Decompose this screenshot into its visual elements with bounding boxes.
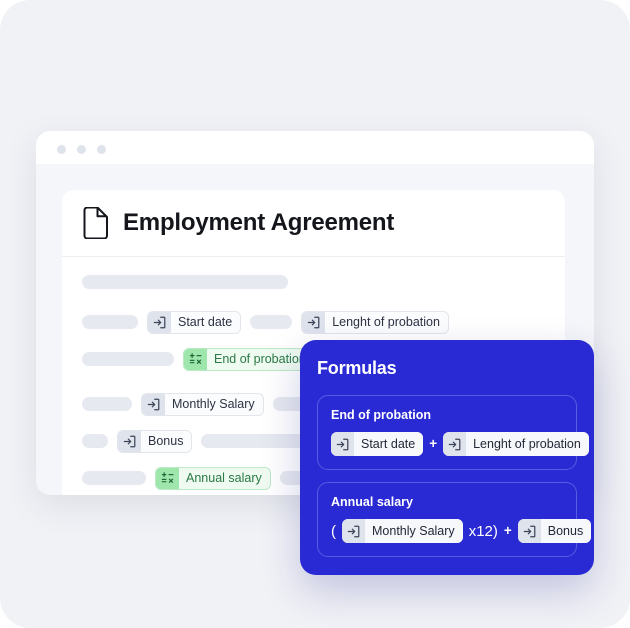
skeleton-bar <box>82 315 138 329</box>
variable-icon <box>342 519 365 543</box>
window-minimize-dot[interactable] <box>77 145 86 154</box>
chip-label: End of probation <box>207 348 314 370</box>
variable-icon <box>517 519 541 543</box>
variable-chip-start-date[interactable]: Start date <box>331 432 424 456</box>
variable-chip-monthly-salary[interactable]: Monthly Salary <box>342 519 463 543</box>
document-header: Employment Agreement <box>62 190 565 257</box>
formula-name: End of probation <box>331 408 431 422</box>
formulas-panel-heading: Formulas <box>317 358 397 378</box>
window-maximize-dot[interactable] <box>97 145 106 154</box>
chip-label: Bonus <box>540 519 592 543</box>
window-close-dot[interactable] <box>57 145 66 154</box>
formula-card-end-of-probation[interactable]: End of probation Start date + Lenght of … <box>317 395 589 470</box>
document-row: Start date Lenght of probation <box>62 309 565 335</box>
variable-chip-bonus[interactable]: Bonus <box>517 519 592 543</box>
skeleton-bar <box>250 315 293 329</box>
skeleton-bar <box>82 471 146 485</box>
variable-chip-lenght-of-probation[interactable]: Lenght of probation <box>301 310 449 334</box>
document-row <box>62 275 565 289</box>
multiplier-and-close-paren: x12) <box>468 522 498 540</box>
variable-icon <box>148 311 171 333</box>
window-titlebar <box>36 131 594 164</box>
chip-label: Lenght of probation <box>325 311 448 333</box>
file-icon <box>82 207 109 239</box>
skeleton-bar <box>82 434 108 448</box>
variable-icon <box>331 432 354 456</box>
formula-expression: ( Monthly Salary x12) + Bonus <box>331 519 592 543</box>
page-title: Employment Agreement <box>123 209 395 236</box>
chip-label: Lenght of probation <box>466 432 589 456</box>
calculator-icon <box>184 348 207 370</box>
chip-label: Annual salary <box>179 467 270 489</box>
formulas-panel: Formulas End of probation Start date + L… <box>300 340 594 575</box>
skeleton-bar <box>82 397 132 411</box>
chip-label: Start date <box>171 311 241 333</box>
calculator-icon <box>156 467 179 489</box>
formula-name: Annual salary <box>331 495 413 509</box>
skeleton-bar <box>82 275 288 289</box>
formula-card-annual-salary[interactable]: Annual salary ( Monthly Salary x12) + Bo… <box>317 482 592 557</box>
chip-label: Monthly Salary <box>365 519 463 543</box>
variable-icon <box>118 430 141 452</box>
skeleton-bar <box>82 352 174 366</box>
chip-label: Bonus <box>141 430 192 452</box>
operator-plus: + <box>429 436 438 452</box>
variable-icon <box>443 432 467 456</box>
variable-chip-monthly-salary[interactable]: Monthly Salary <box>141 392 264 416</box>
chip-label: Start date <box>354 432 424 456</box>
variable-icon <box>142 393 165 415</box>
open-paren: ( <box>331 522 336 540</box>
formula-expression: Start date + Lenght of probation <box>331 432 589 456</box>
chip-label: Monthly Salary <box>165 393 263 415</box>
formula-chip-end-of-probation[interactable]: End of probation <box>183 347 315 371</box>
operator-plus: + <box>503 523 512 539</box>
variable-icon <box>302 311 326 333</box>
variable-chip-start-date[interactable]: Start date <box>147 310 242 334</box>
formula-chip-annual-salary[interactable]: Annual salary <box>155 466 271 490</box>
variable-chip-lenght-of-probation[interactable]: Lenght of probation <box>443 432 589 456</box>
page-background: Employment Agreement Start date Lenght o… <box>0 0 630 628</box>
variable-chip-bonus[interactable]: Bonus <box>117 429 193 453</box>
